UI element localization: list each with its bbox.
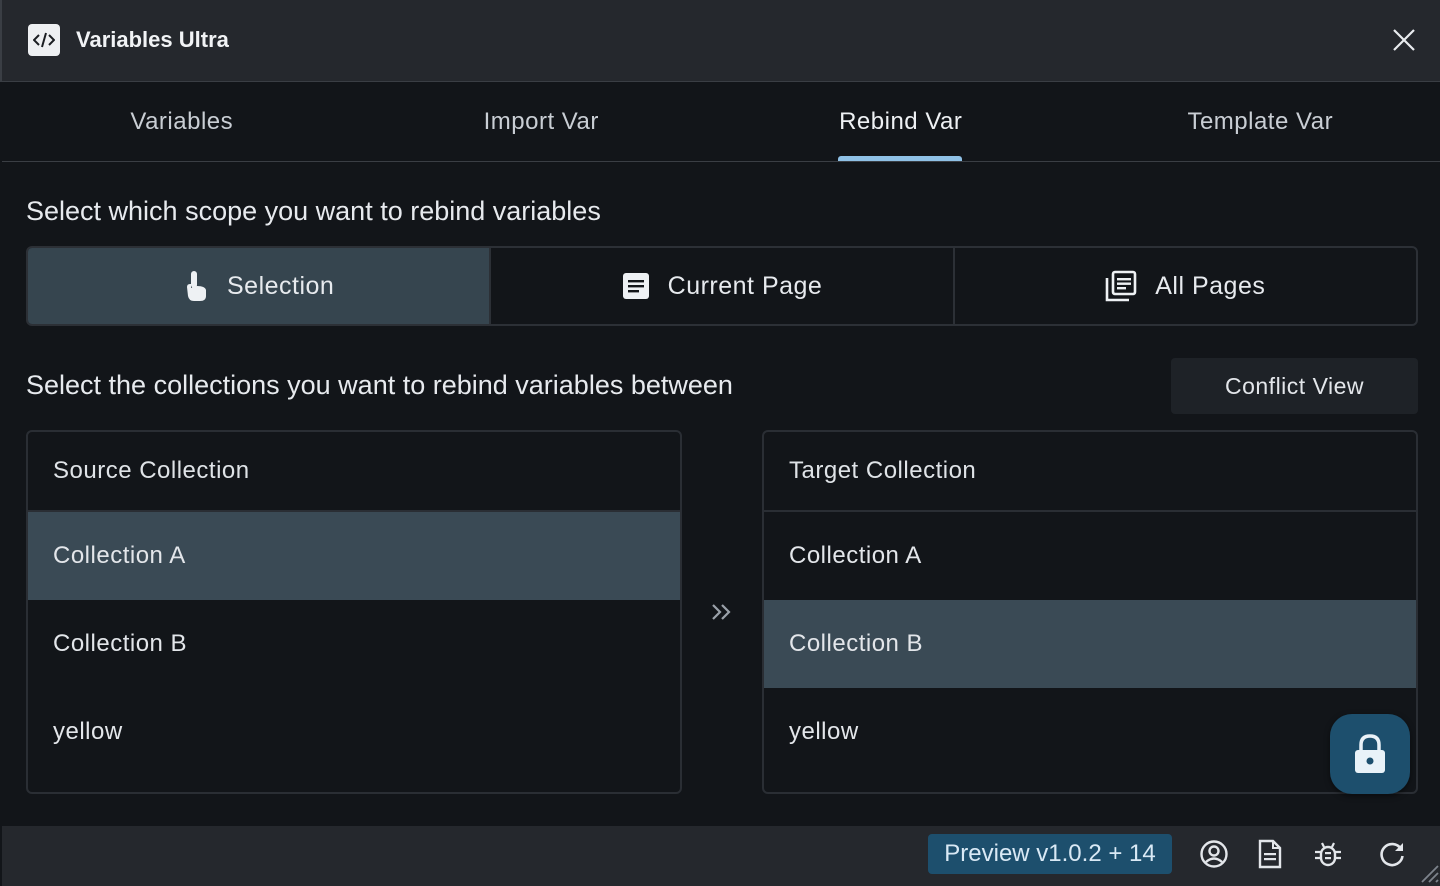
collections-prompt: Select the collections you want to rebin… — [26, 370, 733, 400]
scope-selection-label: Selection — [226, 271, 335, 300]
conflict-view-button[interactable]: Conflict View — [1171, 358, 1418, 414]
bug-icon[interactable] — [1312, 838, 1344, 870]
lock-icon — [1355, 734, 1385, 773]
lock-button[interactable] — [1330, 714, 1410, 794]
source-item-collection-b[interactable]: Collection B — [28, 600, 680, 688]
app-title: Variables Ultra — [76, 27, 229, 52]
source-item-yellow[interactable]: yellow — [28, 688, 680, 776]
touch-icon — [183, 269, 209, 303]
target-item-collection-a[interactable]: Collection A — [764, 512, 1416, 600]
scope-selection-button[interactable]: Selection — [28, 248, 492, 324]
double-chevron-right-icon — [708, 598, 736, 626]
close-button[interactable] — [1386, 22, 1422, 58]
pages-icon — [1105, 270, 1137, 302]
active-tab-indicator — [838, 156, 962, 161]
scope-current-page-label: Current Page — [667, 271, 823, 300]
scope-selector: Selection Current Page All Pages — [26, 246, 1418, 326]
tab-bar: Variables Import Var Rebind Var Template… — [2, 82, 1440, 162]
footer-bar: Preview v1.0.2 + 14 — [2, 826, 1440, 886]
source-item-collection-a[interactable]: Collection A — [28, 512, 680, 600]
refresh-icon[interactable] — [1376, 838, 1408, 870]
version-badge[interactable]: Preview v1.0.2 + 14 — [928, 834, 1172, 874]
source-collection-list: Source Collection Collection A Collectio… — [26, 430, 682, 794]
scope-prompt: Select which scope you want to rebind va… — [26, 196, 601, 226]
target-collection-list: Target Collection Collection A Collectio… — [762, 430, 1418, 794]
title-bar: Variables Ultra — [0, 0, 1440, 82]
resize-grip-icon[interactable] — [1416, 860, 1440, 884]
target-item-yellow[interactable]: yellow — [764, 688, 1416, 776]
code-icon — [28, 24, 60, 56]
close-icon — [1393, 29, 1415, 51]
target-item-collection-b[interactable]: Collection B — [764, 600, 1416, 688]
docs-icon[interactable] — [1254, 838, 1286, 870]
scope-all-pages-label: All Pages — [1155, 271, 1266, 300]
source-collection-header: Source Collection — [28, 432, 680, 512]
tab-import-var[interactable]: Import Var — [362, 82, 722, 161]
tab-template-var[interactable]: Template Var — [1081, 82, 1440, 161]
target-collection-header: Target Collection — [764, 432, 1416, 512]
page-icon — [622, 272, 650, 300]
scope-current-page-button[interactable]: Current Page — [491, 248, 955, 324]
account-icon[interactable] — [1198, 838, 1230, 870]
tab-rebind-var[interactable]: Rebind Var — [721, 82, 1081, 161]
scope-all-pages-button[interactable]: All Pages — [955, 248, 1416, 324]
tab-variables[interactable]: Variables — [2, 82, 362, 161]
